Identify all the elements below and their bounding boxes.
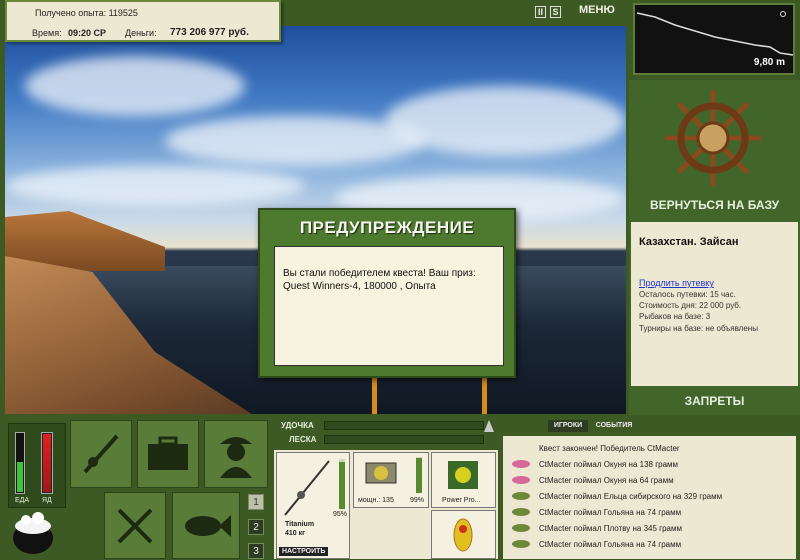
rod-tile[interactable] [70, 420, 132, 488]
poison-label: ЯД [42, 497, 52, 504]
reel-power: мощн.: 135 [358, 497, 394, 504]
fish-icon [185, 514, 231, 537]
pause-button[interactable]: II [535, 6, 546, 18]
tackle-box-icon [148, 436, 188, 470]
arrow-up-icon [484, 420, 494, 432]
location-name: Казахстан. Зайсан [639, 236, 739, 248]
page-button-3[interactable]: 3 [248, 543, 264, 559]
time-value: 09:20 СР [68, 28, 107, 38]
events-tabs: ИГРОКИ СОБЫТИЯ [540, 420, 640, 434]
cauldron-icon[interactable] [8, 506, 58, 556]
spoon-lure-icon [453, 518, 473, 552]
experience-text: Получено опыта: 119525 [35, 8, 138, 18]
line-tension-bar [324, 435, 484, 444]
lure-slot[interactable] [431, 510, 496, 559]
extend-permit-link[interactable]: Продлить путевку [639, 278, 714, 288]
fish-icon [512, 508, 530, 516]
event-item: CtMacter поймал Гольяна на 74 грамм [539, 540, 682, 549]
float-icon [780, 11, 786, 17]
anglers-count: Рыбаков на базе: 3 [639, 312, 711, 321]
rod-tension-bar [324, 421, 484, 430]
money-value: 773 206 977 руб. [170, 27, 249, 38]
fish-icon [512, 524, 530, 532]
location-info: Казахстан. Зайсан Продлить путевку Остал… [631, 222, 798, 386]
knife-fork-icon [117, 508, 153, 543]
player-info-panel: Получено опыта: 119525 Время: 09:20 СР Д… [5, 0, 281, 42]
rod-name: Titanium [285, 521, 315, 528]
money-label: Деньги: [125, 28, 157, 38]
reel-percent: 99% [410, 497, 425, 504]
event-item: CtMacter поймал Ельца сибирского на 329 … [539, 492, 723, 501]
tab-players[interactable]: ИГРОКИ [548, 420, 588, 432]
rod-image-icon [284, 460, 330, 516]
top-controls: II S МЕНЮ [535, 4, 625, 22]
sound-button[interactable]: S [550, 6, 561, 18]
food-tile[interactable] [104, 492, 166, 559]
poison-meter [41, 432, 53, 494]
tackle-box-tile[interactable] [137, 420, 199, 488]
depth-value: 9,80 m [753, 57, 785, 68]
event-item: CtMacter поймал Окуня на 138 грамм [539, 460, 679, 469]
fisherman-icon [220, 437, 252, 478]
fish-tile[interactable] [172, 492, 240, 559]
tab-events[interactable]: СОБЫТИЯ [592, 420, 636, 432]
event-item: Квест закончен! Победитель CtMacter [539, 444, 680, 453]
sign-post-left [372, 378, 377, 414]
ship-wheel-icon[interactable] [663, 88, 763, 188]
tournaments-status: Турниры на базе: не объявлены [639, 324, 758, 333]
food-label: ЕДА [15, 497, 30, 504]
rod-percent: 95% [333, 511, 348, 518]
reel-icon [365, 462, 397, 484]
rod-wear-bar [339, 459, 345, 509]
rod-label: УДОЧКА [281, 421, 314, 430]
dialog-title: ПРЕДУПРЕЖДЕНИЕ [299, 218, 475, 237]
event-item: CtMacter поймал Гольяна на 74 грамм [539, 508, 682, 517]
return-to-base-button[interactable]: ВЕРНУТЬСЯ НА БАЗУ [629, 198, 800, 212]
page-button-2[interactable]: 2 [248, 519, 264, 535]
menu-button[interactable]: МЕНЮ [579, 4, 615, 16]
reel-wear-bar [416, 457, 422, 493]
events-log: Квест закончен! Победитель CtMacter CtMa… [503, 436, 796, 559]
setup-button[interactable]: НАСТРОИТЬ [279, 547, 329, 556]
reel-slot[interactable]: мощн.: 135 99% [353, 452, 429, 508]
day-cost: Стоимость дня: 22 000 руб. [639, 301, 742, 310]
food-meter [15, 432, 25, 494]
character-tile[interactable] [204, 420, 268, 488]
line-slot[interactable]: Power Pro... [431, 452, 496, 508]
fishing-rod-icon [83, 434, 119, 474]
time-label: Время: [32, 28, 62, 38]
fish-icon [512, 476, 530, 484]
fish-icon [512, 460, 530, 468]
line-name: Power Pro... [442, 497, 481, 504]
event-item: CtMacter поймал Плотву на 345 грамм [539, 524, 682, 533]
fish-icon [512, 540, 530, 548]
warning-dialog[interactable]: ПРЕДУПРЕЖДЕНИЕ Вы стали победителем квес… [258, 208, 516, 378]
line-spool-icon [448, 461, 478, 489]
dialog-message: Вы стали победителем квеста! Ваш приз: Q… [274, 246, 504, 366]
fish-icon [512, 492, 530, 500]
event-item: CtMacter поймал Окуня на 64 грамм [539, 476, 674, 485]
line-label: ЛЕСКА [289, 435, 317, 444]
sign-post-right [482, 378, 487, 414]
status-meters: ЕДА ЯД [8, 423, 66, 508]
rod-slot[interactable]: 95% Titanium 410 кг НАСТРОИТЬ [276, 452, 350, 559]
permit-remaining: Осталось путевки: 15 час. [639, 290, 736, 299]
right-panel: ВЕРНУТЬСЯ НА БАЗУ Казахстан. Зайсан Прод… [629, 80, 800, 415]
rod-weight: 410 кг [285, 530, 306, 537]
page-button-1[interactable]: 1 [248, 494, 264, 510]
depth-profile: 9,80 m [633, 3, 795, 75]
bans-button[interactable]: ЗАПРЕТЫ [629, 394, 800, 408]
